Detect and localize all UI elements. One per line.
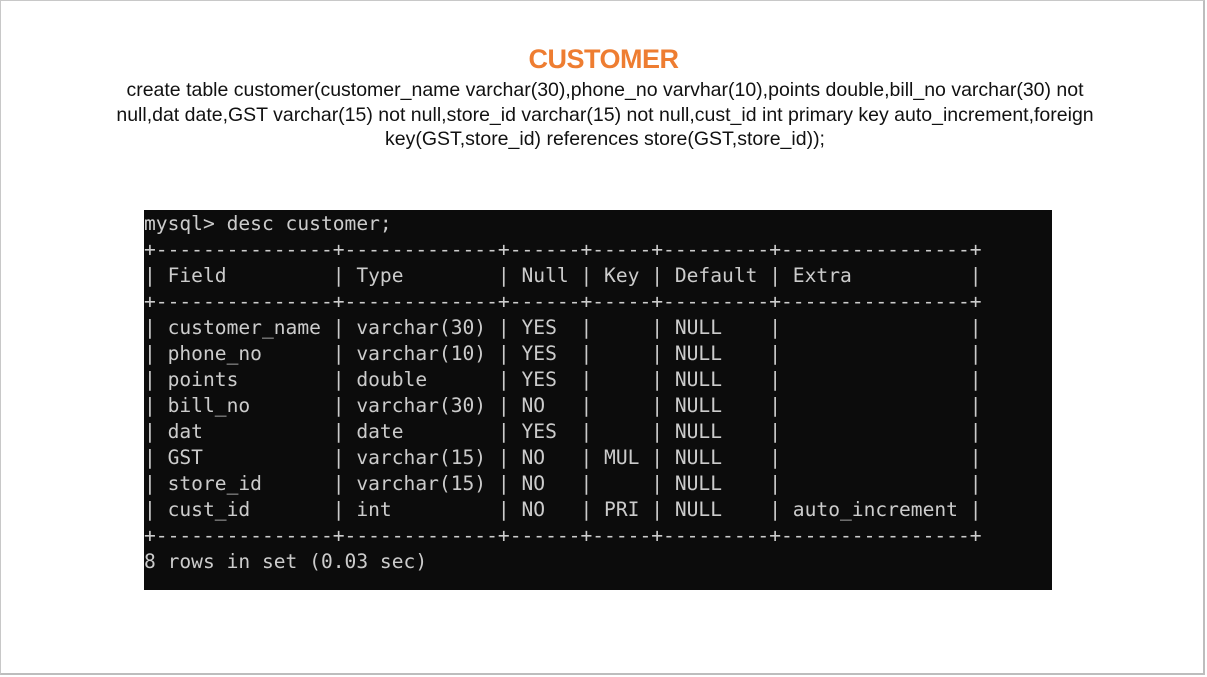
table-border-bottom: +---------------+-------------+------+--… (144, 524, 982, 547)
slide: CUSTOMER create table customer(customer_… (0, 0, 1205, 675)
table-row: | bill_no | varchar(30) | NO | | NULL | … (144, 394, 982, 417)
table-row: | customer_name | varchar(30) | YES | | … (144, 316, 982, 339)
table-row: | cust_id | int | NO | PRI | NULL | auto… (144, 498, 982, 521)
slide-title: CUSTOMER (528, 44, 679, 74)
table-row: | phone_no | varchar(10) | YES | | NULL … (144, 342, 982, 365)
terminal-screenshot: mysql> desc customer; +---------------+-… (144, 210, 1052, 590)
table-header-row: | Field | Type | Null | Key | Default | … (144, 264, 982, 287)
table-row: | points | double | YES | | NULL | | (144, 368, 982, 391)
table-border-header: +---------------+-------------+------+--… (144, 290, 982, 313)
table-row: | dat | date | YES | | NULL | | (144, 420, 982, 443)
table-border-top: +---------------+-------------+------+--… (144, 238, 982, 261)
table-row: | GST | varchar(15) | NO | MUL | NULL | … (144, 446, 982, 469)
sql-create-statement: create table customer(customer_name varc… (116, 79, 1094, 150)
table-row: | store_id | varchar(15) | NO | | NULL |… (144, 472, 982, 495)
terminal-result-summary: 8 rows in set (0.03 sec) (144, 550, 428, 573)
terminal-line-command: mysql> desc customer; (144, 212, 392, 235)
